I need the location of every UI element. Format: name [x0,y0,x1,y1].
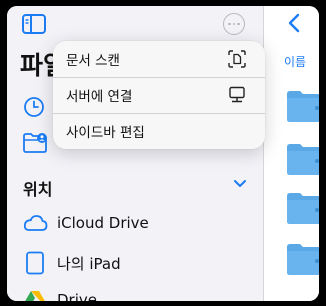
chevron-left-icon[interactable] [287,13,301,33]
menu-item-label: 서버에 연결 [66,88,133,105]
sidebar-item-label: Drive [57,291,97,301]
sidebar-item-icloud-drive[interactable]: iCloud Drive [21,209,149,237]
file-browser-pane: 이름 [263,6,319,301]
more-button[interactable] [223,13,245,35]
icloud-icon [21,211,49,235]
locations-section-title: 위치 [23,180,53,199]
app-window: 파일 위치 iCloud Drive 나의 iPad Drive 이름 문서 스… [7,6,319,301]
sidebar-toggle-icon[interactable] [22,14,46,34]
menu-item-connect-to-server[interactable]: 서버에 연결 [53,77,265,112]
ellipsis-icon [228,22,240,26]
shared-folder-icon[interactable] [287,90,319,122]
ipad-icon [21,251,49,275]
scan-document-icon [227,49,247,69]
shared-folder-icon[interactable] [287,192,319,224]
shared-folder-icon[interactable] [287,243,319,275]
menu-item-edit-sidebar[interactable]: 사이드바 편집 [53,113,265,148]
chevron-down-icon[interactable] [233,179,247,189]
shared-folder-icon[interactable] [287,143,319,175]
menu-item-scan-documents[interactable]: 문서 스캔 [53,41,265,76]
google-drive-icon [21,288,49,301]
shared-folder-icon[interactable] [22,132,48,154]
menu-item-label: 문서 스캔 [66,52,120,69]
more-options-menu: 문서 스캔 서버에 연결 사이드바 편집 [53,41,265,149]
menu-item-label: 사이드바 편집 [66,124,145,141]
sidebar-item-label: 나의 iPad [57,254,121,273]
sidebar-item-ipad[interactable]: 나의 iPad [21,249,121,277]
sidebar-item-label: iCloud Drive [57,214,149,232]
sidebar-item-drive[interactable]: Drive [21,286,97,301]
sort-by-name-button[interactable]: 이름 [284,53,306,70]
connect-server-icon [227,85,247,105]
clock-icon[interactable] [23,96,45,118]
